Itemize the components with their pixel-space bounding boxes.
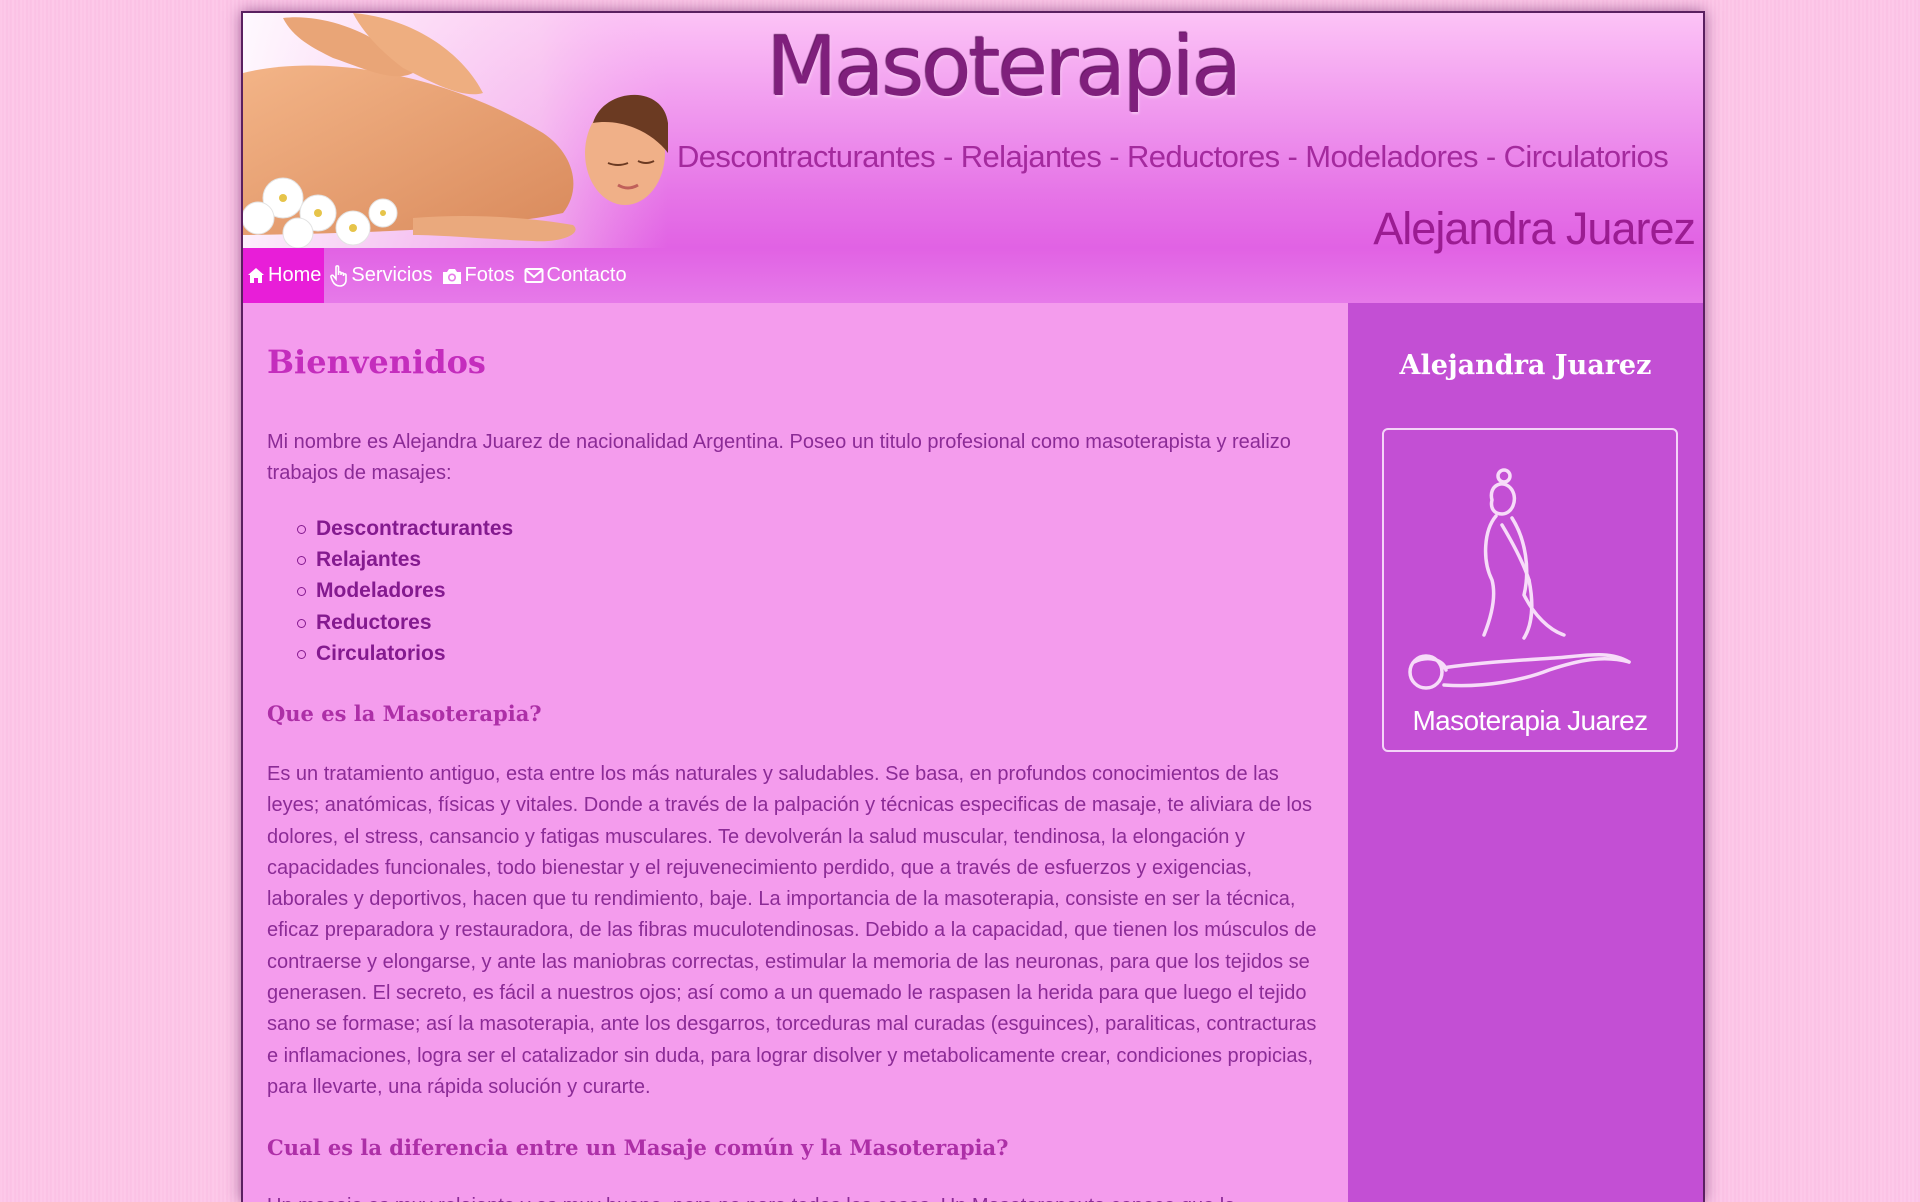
list-item: Modeladores [267, 575, 513, 606]
camera-icon [442, 268, 461, 284]
hero-massage-image [243, 13, 668, 248]
main-content: Bienvenidos Mi nombre es Alejandra Juare… [243, 303, 1348, 1202]
sidebar: Alejandra Juarez Masoterapia Juarez [1348, 303, 1703, 1202]
section-heading-que-es: Que es la Masoterapia? [267, 701, 542, 726]
site-header: Masoterapia Descontracturantes - Relajan… [243, 13, 1703, 303]
nav-item-label: Home [268, 264, 322, 286]
services-list: Descontracturantes Relajantes Modeladore… [267, 513, 513, 669]
list-item: Descontracturantes [267, 513, 513, 544]
section-paragraph-diferencia: Un masaje es muy relajante y es muy buen… [267, 1191, 1327, 1202]
hand-icon [330, 264, 348, 287]
sidebar-logo: Masoterapia Juarez [1382, 428, 1678, 752]
site-owner-name: Alejandra Juarez [1373, 203, 1696, 254]
sidebar-title: Alejandra Juarez [1399, 350, 1652, 381]
list-item: Reductores [267, 607, 513, 638]
nav-item-label: Contacto [546, 264, 627, 286]
logo-caption: Masoterapia Juarez [1412, 705, 1648, 736]
site-title: Masoterapia [766, 20, 1243, 115]
page-container: Masoterapia Descontracturantes - Relajan… [241, 11, 1705, 1202]
nav-item-servicios[interactable]: Servicios [326, 248, 435, 303]
main-nav: Home Servicios Fotos Contacto [243, 248, 632, 303]
list-item: Circulatorios [267, 638, 513, 669]
intro-paragraph: Mi nombre es Alejandra Juarez de naciona… [267, 431, 1291, 484]
nav-item-contacto[interactable]: Contacto [520, 248, 630, 303]
nav-item-fotos[interactable]: Fotos [438, 248, 518, 303]
section-heading-diferencia: Cual es la diferencia entre un Masaje co… [267, 1135, 1009, 1160]
list-item: Relajantes [267, 544, 513, 575]
massage-logo-icon [1408, 468, 1631, 690]
nav-item-label: Fotos [464, 264, 515, 286]
home-icon [248, 268, 264, 283]
envelope-icon [524, 268, 544, 283]
page-title: Bienvenidos [267, 343, 486, 381]
nav-item-home[interactable]: Home [243, 248, 325, 303]
nav-item-label: Servicios [351, 264, 433, 286]
section-paragraph-que-es: Es un tratamiento antiguo, esta entre lo… [267, 763, 1317, 1098]
site-tagline: Descontracturantes - Relajantes - Reduct… [677, 139, 1669, 174]
